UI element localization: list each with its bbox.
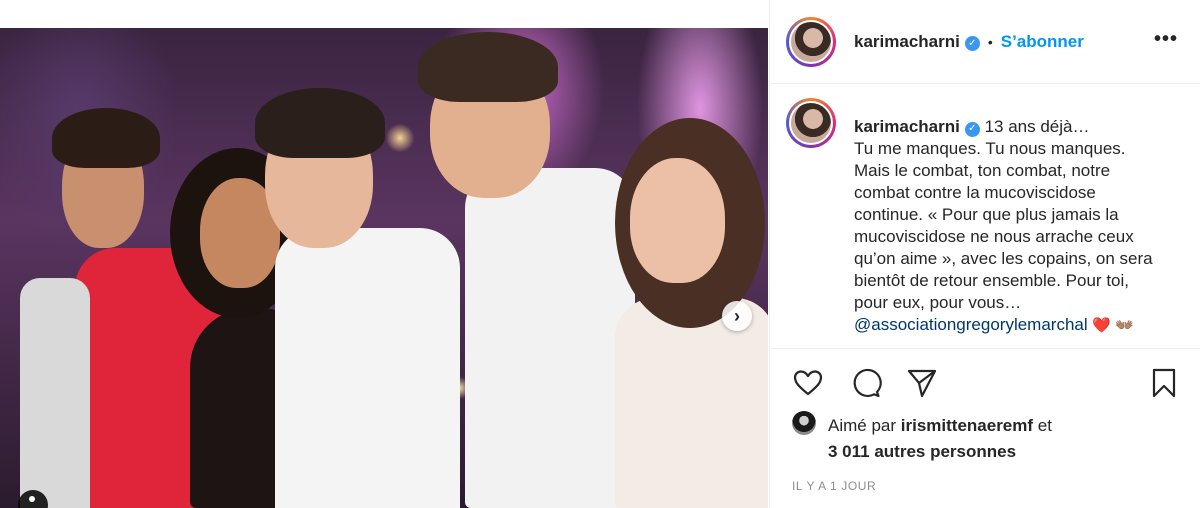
post-timestamp[interactable]: IL Y A 1 JOUR	[792, 479, 876, 493]
liker-avatar[interactable]	[792, 411, 816, 435]
avatar-image	[789, 19, 833, 64]
verified-badge-icon: ✓	[964, 121, 980, 137]
caption-line: combat contre la mucoviscidose	[854, 183, 1096, 202]
comment-icon[interactable]	[850, 367, 882, 399]
caption-text: karimacharni ✓ 13 ans déjà… Tu me manques…	[854, 116, 1184, 348]
likes-count-link[interactable]: 3 011 autres personnes	[828, 442, 1016, 461]
avatar-image	[789, 101, 833, 145]
post-side-panel: karimacharni ✓ • S’abonner ••• karimachar…	[769, 0, 1200, 508]
follow-button[interactable]: S’abonner	[1001, 32, 1084, 52]
likes-conjunction: et	[1037, 416, 1052, 435]
likes-summary: Aimé par irismittenaeremf et 3 011 autre…	[792, 411, 1052, 465]
next-photo-button[interactable]: ›	[722, 301, 752, 331]
caption-line: qu’on aime », avec les copains, on sera	[854, 249, 1153, 268]
caption-emoji: ❤️ 👐🏽	[1092, 317, 1134, 334]
author-avatar[interactable]	[786, 16, 836, 67]
caption-line: continue. « Pour que plus jamais la	[854, 205, 1119, 224]
author-username-text: karimacharni	[854, 31, 960, 51]
action-icons-row	[770, 349, 1200, 413]
heart-icon[interactable]	[792, 367, 824, 399]
liker-username-link[interactable]: irismittenaeremf	[901, 416, 1033, 435]
caption-line: Mais le combat, ton combat, notre	[854, 161, 1111, 180]
verified-badge-icon: ✓	[964, 35, 980, 51]
caption-line: mucoviscidose ne nous arrache ceux	[854, 227, 1134, 246]
caption-line: Tu me manques. Tu nous manques.	[854, 139, 1126, 158]
post-header: karimacharni ✓ • S’abonner •••	[770, 0, 1200, 84]
chevron-right-icon: ›	[734, 305, 740, 326]
post-actions: Aimé par irismittenaeremf et 3 011 autre…	[770, 348, 1200, 508]
author-username[interactable]: karimacharni ✓	[854, 32, 980, 52]
bookmark-icon[interactable]	[1148, 367, 1180, 399]
more-options-icon[interactable]: •••	[1154, 28, 1178, 51]
caption-line: 13 ans déjà…	[984, 117, 1090, 136]
caption-username[interactable]: karimacharni	[854, 117, 960, 136]
post-media-photo[interactable]: ›	[0, 28, 768, 508]
caption-mention-link[interactable]: @associationgregorylemarchal	[854, 315, 1088, 334]
likes-prefix: Aimé par	[828, 416, 897, 435]
caption-author-avatar[interactable]	[786, 98, 836, 148]
caption-line: pour eux, pour vous…	[854, 293, 1022, 312]
share-icon[interactable]	[906, 367, 938, 399]
header-separator: •	[987, 33, 993, 50]
likes-text: Aimé par irismittenaeremf et 3 011 autre…	[828, 413, 1052, 465]
caption-line: bientôt de retour ensemble. Pour toi,	[854, 271, 1129, 290]
caption-section: karimacharni ✓ 13 ans déjà… Tu me manques…	[770, 84, 1200, 348]
